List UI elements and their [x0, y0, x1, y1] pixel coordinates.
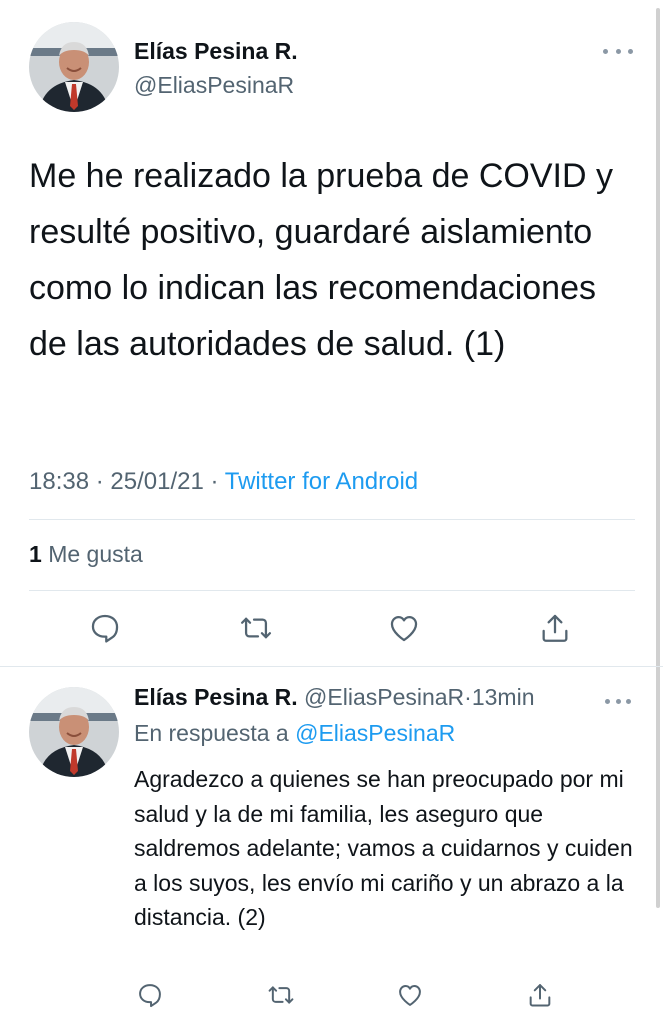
heart-icon[interactable] [384, 608, 424, 648]
main-tweet: Elías Pesina R. @EliasPesinaR Me he real… [0, 0, 663, 666]
reply-author-handle[interactable]: @EliasPesinaR [304, 684, 464, 710]
avatar-photo [29, 22, 119, 112]
author-handle[interactable]: @EliasPesinaR [134, 72, 294, 99]
reply-time[interactable]: 13min [472, 684, 535, 710]
reply-icon[interactable] [85, 608, 125, 648]
tweet-actions [0, 608, 663, 652]
reply-text: Agradezco a quienes se han preocupado po… [134, 766, 633, 930]
avatar[interactable] [29, 22, 119, 112]
reply-to-mention[interactable]: @EliasPesinaR [295, 720, 455, 746]
reply-actions [0, 975, 663, 1015]
reply-separator: · [464, 684, 472, 710]
heart-icon[interactable] [390, 975, 430, 1015]
reply-context: En respuesta a @EliasPesinaR [134, 720, 455, 747]
tweet-date: 25/01/21 [110, 468, 204, 495]
tweet-text: Me he realizado la prueba de COVID y res… [29, 157, 613, 363]
likes-count[interactable]: 1 Me gusta [29, 541, 143, 568]
tweet-time: 18:38 [29, 468, 90, 495]
tweet-source-link[interactable]: Twitter for Android [225, 468, 418, 495]
author-name[interactable]: Elías Pesina R. [134, 38, 298, 65]
retweet-icon[interactable] [236, 608, 276, 648]
reply-to-label: En respuesta a [134, 720, 289, 746]
divider [29, 519, 635, 520]
likes-label: Me gusta [48, 541, 143, 567]
divider [0, 666, 663, 667]
meta-separator: · [210, 468, 219, 495]
meta-separator: · [95, 468, 104, 495]
reply-author-name[interactable]: Elías Pesina R. [134, 684, 298, 710]
retweet-icon[interactable] [261, 975, 301, 1015]
likes-number: 1 [29, 541, 42, 567]
more-horizontal-icon[interactable] [605, 697, 631, 705]
avatar-photo [29, 687, 119, 777]
divider [29, 590, 635, 591]
share-icon[interactable] [535, 608, 575, 648]
avatar[interactable] [29, 687, 119, 777]
reply-header: Elías Pesina R. @EliasPesinaR·13min [134, 684, 535, 711]
more-horizontal-icon[interactable] [603, 46, 633, 56]
tweet-meta: 18:38 · 25/01/21 · Twitter for Android [29, 468, 418, 496]
share-icon[interactable] [520, 975, 560, 1015]
reply-icon[interactable] [130, 975, 170, 1015]
